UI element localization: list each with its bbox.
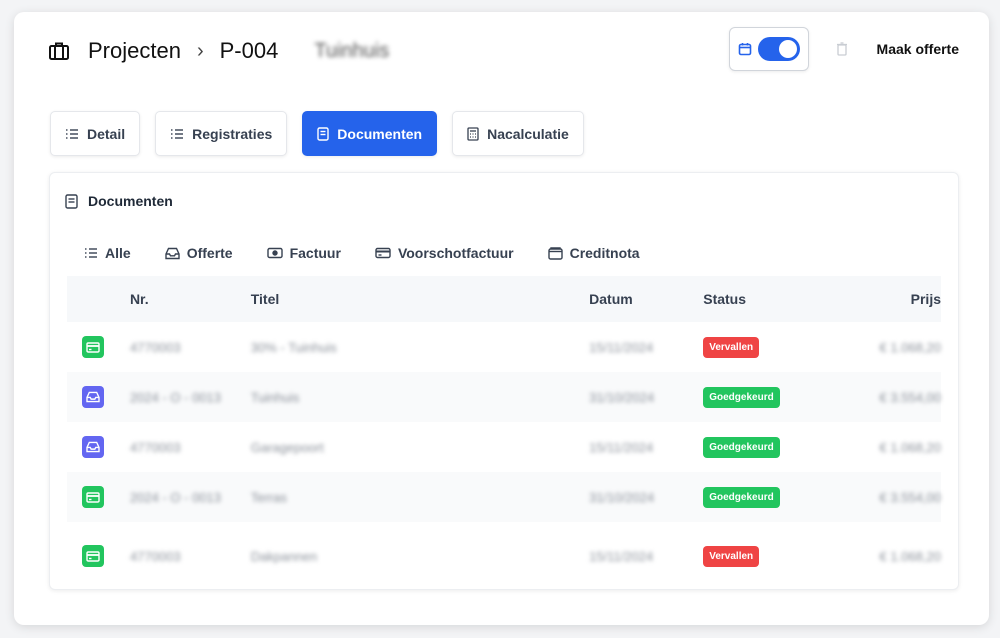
document-prijs: € 3.554,00	[879, 389, 941, 405]
document-nr: 4770003	[129, 439, 181, 455]
document-titel: Garagepoort	[250, 439, 324, 455]
maak-offerte-button[interactable]: Maak offerte	[877, 41, 959, 57]
filter-label: Voorschotfactuur	[397, 245, 514, 261]
column-header-prijs[interactable]: Prijs	[826, 291, 941, 307]
document-titel: Terras	[250, 489, 287, 505]
document-titel: 30% - Tuinhuis	[250, 339, 337, 355]
calculator-icon	[467, 126, 479, 141]
filter-factuur[interactable]: Factuur	[266, 245, 341, 261]
panel-title: Documenten	[65, 193, 173, 209]
list-icon	[84, 247, 98, 259]
documents-panel: Documenten Alle Offerte Factuur Voorscho…	[49, 172, 959, 590]
documents-table: Nr. Titel Datum Status Prijs 4770003 30%…	[67, 276, 941, 590]
document-nr: 2024 - O - 0013	[129, 489, 221, 505]
column-header-datum[interactable]: Datum	[589, 291, 703, 307]
banknote-icon	[266, 247, 283, 259]
tab-bar: Detail Registraties Documenten Nacalcula…	[50, 111, 584, 156]
tab-label: Registraties	[192, 125, 273, 142]
trash-icon[interactable]	[835, 41, 849, 57]
column-header-status[interactable]: Status	[703, 291, 826, 307]
inbox-icon	[164, 247, 180, 260]
header-actions: Maak offerte	[728, 27, 959, 71]
filter-label: Offerte	[186, 245, 233, 261]
status-badge: Vervallen	[703, 336, 760, 358]
filter-alle[interactable]: Alle	[84, 245, 131, 261]
table-header: Nr. Titel Datum Status Prijs	[67, 276, 941, 322]
document-filters: Alle Offerte Factuur Voorschotfactuur Cr…	[84, 245, 640, 261]
table-row[interactable]: 4770003 Dakpannen 15/11/2024 Vervallen €…	[67, 522, 941, 590]
status-badge: Goedgekeurd	[703, 386, 780, 408]
breadcrumb-project-id: P-004	[219, 38, 279, 63]
document-datum: 15/11/2024	[589, 339, 654, 355]
document-titel: Dakpannen	[250, 548, 318, 564]
document-datum: 15/11/2024	[589, 548, 654, 564]
invoice-icon	[82, 336, 104, 358]
filter-creditnota[interactable]: Creditnota	[547, 245, 640, 261]
filter-label: Factuur	[289, 245, 341, 261]
document-datum: 31/10/2024	[589, 389, 655, 405]
column-header-nr[interactable]: Nr.	[130, 291, 251, 307]
tab-label: Nacalculatie	[487, 125, 569, 142]
filter-voorschotfactuur[interactable]: Voorschotfactuur	[375, 245, 514, 261]
page-header: Projecten › P-004 Tuinhuis Maak offerte	[48, 27, 959, 71]
credit-card-icon	[375, 247, 391, 259]
table-row[interactable]: 2024 - O - 0013 Terras 31/10/2024 Goedge…	[67, 472, 941, 522]
breadcrumb-project-name: Tuinhuis	[314, 39, 390, 62]
filter-offerte[interactable]: Offerte	[164, 245, 233, 261]
document-titel: Tuinhuis	[250, 389, 300, 405]
tab-documenten[interactable]: Documenten	[302, 111, 438, 156]
wallet-icon	[547, 246, 563, 260]
document-icon	[65, 193, 78, 209]
filter-label: Creditnota	[569, 245, 640, 261]
document-prijs: € 1.068,20	[879, 339, 941, 355]
inbox-icon	[82, 386, 104, 408]
calendar-icon	[738, 42, 752, 56]
breadcrumb-separator: ›	[196, 39, 204, 62]
document-datum: 31/10/2024	[589, 489, 655, 505]
status-badge: Goedgekeurd	[703, 486, 780, 508]
briefcase-icon	[48, 40, 70, 62]
inbox-icon	[82, 436, 104, 458]
toggle-switch[interactable]	[757, 37, 800, 61]
document-nr: 4770003	[129, 339, 181, 355]
tab-label: Documenten	[337, 125, 423, 142]
list-icon	[170, 128, 184, 140]
table-row[interactable]: 4770003 Garagepoort 15/11/2024 Goedgekeu…	[67, 422, 941, 472]
document-prijs: € 1.068,20	[879, 548, 941, 564]
list-icon	[65, 128, 79, 140]
tab-detail[interactable]: Detail	[50, 111, 141, 156]
invoice-icon	[82, 486, 104, 508]
table-row[interactable]: 2024 - O - 0013 Tuinhuis 31/10/2024 Goed…	[67, 372, 941, 422]
filter-label: Alle	[105, 245, 131, 261]
document-prijs: € 3.554,00	[879, 489, 941, 505]
tab-nacalculatie[interactable]: Nacalculatie	[452, 111, 584, 156]
app-window: Projecten › P-004 Tuinhuis Maak offerte …	[14, 12, 989, 625]
document-prijs: € 1.068,20	[879, 439, 941, 455]
document-nr: 2024 - O - 0013	[129, 389, 221, 405]
panel-title-text: Documenten	[88, 193, 173, 209]
document-datum: 15/11/2024	[589, 439, 654, 455]
document-nr: 4770003	[129, 548, 181, 564]
tab-label: Detail	[87, 125, 126, 142]
status-badge: Goedgekeurd	[703, 436, 780, 458]
tab-registraties[interactable]: Registraties	[155, 111, 288, 156]
breadcrumb-projecten[interactable]: Projecten	[88, 38, 181, 64]
calendar-toggle[interactable]	[728, 27, 809, 71]
invoice-icon	[82, 545, 104, 567]
table-row[interactable]: 4770003 30% - Tuinhuis 15/11/2024 Verval…	[67, 322, 941, 372]
status-badge: Vervallen	[703, 545, 760, 567]
column-header-titel[interactable]: Titel	[251, 291, 589, 307]
document-icon	[317, 126, 329, 141]
